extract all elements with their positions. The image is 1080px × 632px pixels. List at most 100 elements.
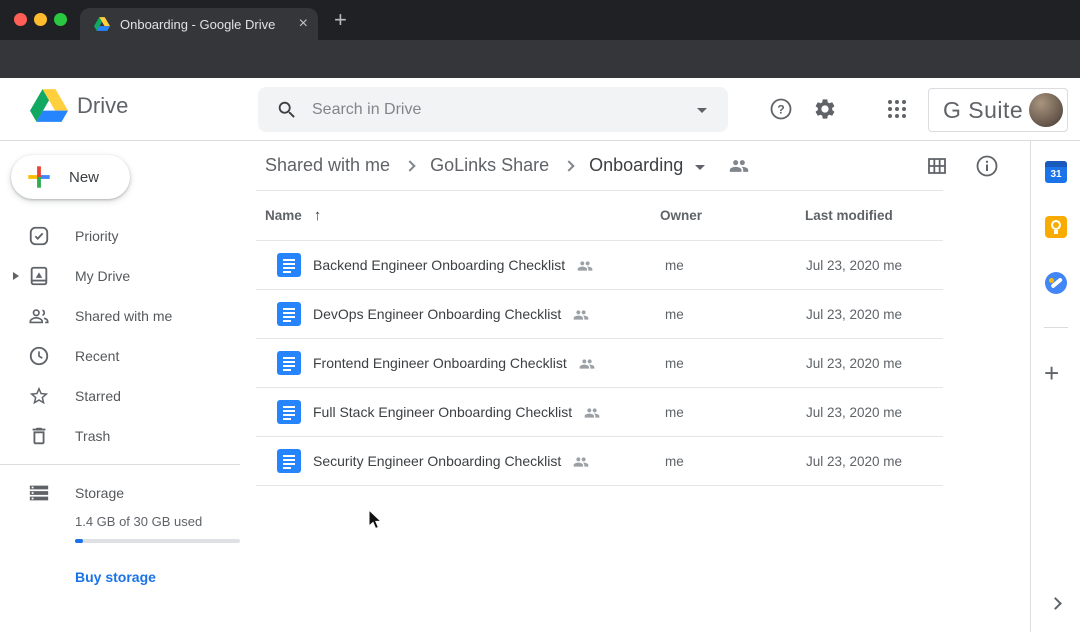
shared-indicator-icon [584,405,600,421]
folder-menu-caret-icon[interactable] [695,165,705,170]
file-modified: Jul 23, 2020 me [806,405,902,420]
buy-storage-link[interactable]: Buy storage [75,569,156,585]
grid-view-icon[interactable] [925,154,949,178]
sidebar-item-recent[interactable]: Recent [0,336,240,376]
file-name[interactable]: Backend Engineer Onboarding Checklist [313,257,565,273]
google-keep-icon[interactable] [1045,216,1067,238]
table-row[interactable]: DevOps Engineer Onboarding Checklist me … [240,290,1030,338]
sidebar-divider [0,464,240,465]
google-docs-icon [277,449,301,473]
account-avatar[interactable] [1029,93,1063,127]
google-docs-icon [277,400,301,424]
file-modified: Jul 23, 2020 me [806,454,902,469]
star-icon [28,385,50,407]
folder-shared-people-icon [729,156,749,176]
file-owner: me [665,356,684,371]
minimize-window-button[interactable] [34,13,47,26]
sidebar-item-label: Priority [75,228,119,244]
search-bar[interactable] [258,87,728,132]
table-row[interactable]: Frontend Engineer Onboarding Checklist m… [240,339,1030,387]
svg-text:?: ? [777,103,784,117]
google-tasks-icon[interactable] [1045,272,1067,294]
gsuite-label: G Suite [943,97,1029,124]
panel-divider [1044,327,1068,328]
expander-icon[interactable] [13,272,19,280]
search-input[interactable] [312,101,690,119]
browser-tab[interactable]: Onboarding - Google Drive × [80,8,318,40]
sidebar: New Priority My Drive Shared [0,141,240,632]
drive-logo-text: Drive [77,93,128,119]
file-owner: me [665,454,684,469]
collapse-panel-chevron-icon[interactable] [1049,597,1062,610]
close-window-button[interactable] [14,13,27,26]
drive-logo-icon [30,89,68,122]
sidebar-nav: Priority My Drive Shared with me [0,216,240,456]
chevron-right-icon [563,160,574,171]
table-row[interactable]: Security Engineer Onboarding Checklist m… [240,437,1030,485]
chevron-right-icon [404,160,415,171]
breadcrumb-onboarding[interactable]: Onboarding [589,155,683,176]
file-owner: me [665,307,684,322]
apps-grid-icon[interactable] [885,97,909,121]
storage-label: Storage [75,485,124,501]
drive-logo[interactable]: Drive [30,89,128,122]
recent-clock-icon [28,345,50,367]
file-name[interactable]: DevOps Engineer Onboarding Checklist [313,306,561,322]
calendar-icon-date: 31 [1045,167,1067,182]
column-header-name[interactable]: Name ↑ [265,207,321,224]
sidebar-item-trash[interactable]: Trash [0,416,240,456]
sidebar-item-priority[interactable]: Priority [0,216,240,256]
column-header-owner[interactable]: Owner [660,208,702,223]
shared-people-icon [28,305,50,327]
new-plus-icon [26,164,52,190]
storage-usage-text: 1.4 GB of 30 GB used [75,514,202,529]
search-options-caret-icon[interactable] [690,98,714,122]
column-header-modified[interactable]: Last modified [805,208,893,223]
breadcrumb-golinks-share[interactable]: GoLinks Share [430,155,549,176]
table-row[interactable]: Backend Engineer Onboarding Checklist me… [240,241,1030,289]
help-icon[interactable]: ? [769,97,793,121]
table-row[interactable]: Full Stack Engineer Onboarding Checklist… [240,388,1030,436]
google-docs-icon [277,302,301,326]
tab-title: Onboarding - Google Drive [120,17,293,32]
breadcrumb-shared-with-me[interactable]: Shared with me [265,155,390,176]
shared-indicator-icon [573,454,589,470]
add-addon-button[interactable]: + [1044,358,1059,389]
file-modified: Jul 23, 2020 me [806,258,902,273]
zoom-window-button[interactable] [54,13,67,26]
lightbulb-base [1054,230,1058,234]
trash-icon [28,425,50,447]
file-name[interactable]: Full Stack Engineer Onboarding Checklist [313,404,572,420]
storage-progress-bar [75,539,240,543]
breadcrumb: Shared with me GoLinks Share Onboarding [240,141,1030,190]
sidebar-item-label: Shared with me [75,308,172,324]
storage-progress-fill [75,539,83,543]
browser-toolbar: drive.google.com/drive/folders/1oiCO1S-T… [0,40,1080,78]
table-header: Name ↑ Owner Last modified [240,191,1030,240]
sidebar-item-label: Recent [75,348,119,364]
sidebar-item-label: My Drive [75,268,130,284]
file-owner: me [665,405,684,420]
file-name[interactable]: Frontend Engineer Onboarding Checklist [313,355,567,371]
file-name[interactable]: Security Engineer Onboarding Checklist [313,453,561,469]
sidebar-item-label: Trash [75,428,110,444]
sidebar-item-my-drive[interactable]: My Drive [0,256,240,296]
sort-ascending-icon[interactable]: ↑ [314,207,322,224]
drive-header: Drive ? G Suite [0,78,1080,141]
file-modified: Jul 23, 2020 me [806,356,902,371]
settings-gear-icon[interactable] [813,97,837,121]
sidebar-item-starred[interactable]: Starred [0,376,240,416]
sidebar-item-storage[interactable]: Storage [0,473,240,513]
info-icon[interactable] [975,154,999,178]
google-calendar-icon[interactable]: 31 [1045,161,1067,183]
google-docs-icon [277,351,301,375]
tab-close-icon[interactable]: × [299,16,308,32]
browser-tab-strip: Onboarding - Google Drive × + [0,0,1080,40]
new-button-label: New [69,169,99,186]
gsuite-account-box[interactable]: G Suite [928,88,1068,132]
row-divider [256,485,943,486]
sidebar-item-shared-with-me[interactable]: Shared with me [0,296,240,336]
right-side-panel: 31 + [1030,141,1080,632]
new-button[interactable]: New [11,155,130,199]
new-tab-button[interactable]: + [334,8,347,32]
